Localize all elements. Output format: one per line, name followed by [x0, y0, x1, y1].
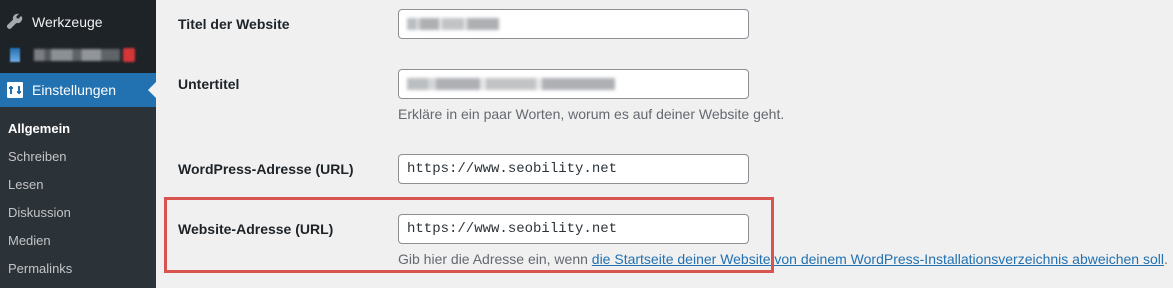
highlight-box: [164, 197, 774, 273]
wp-address-label: WordPress-Adresse (URL): [178, 161, 354, 177]
submenu-item-lesen[interactable]: Lesen: [8, 177, 43, 192]
submenu-item-medien[interactable]: Medien: [8, 233, 51, 248]
wp-address-input[interactable]: https://www.seobility.net: [398, 154, 749, 184]
tagline-description: Erkläre in ein paar Worten, worum es auf…: [398, 106, 785, 122]
site-title-input[interactable]: [398, 9, 749, 39]
sidebar-item-label-redacted: [34, 49, 120, 61]
current-menu-arrow: [148, 82, 156, 98]
redacted-value: [407, 78, 615, 90]
submenu-item-allgemein[interactable]: Allgemein: [8, 121, 70, 136]
submenu-item-schreiben[interactable]: Schreiben: [8, 149, 67, 164]
tagline-label: Untertitel: [178, 76, 240, 92]
notification-badge: [123, 48, 135, 62]
sidebar-item-einstellungen[interactable]: Einstellungen: [0, 73, 156, 107]
description-suffix: .: [1164, 251, 1168, 267]
sidebar-item-label: Werkzeuge: [32, 14, 103, 30]
settings-icon: [5, 80, 25, 100]
wrench-icon: [5, 12, 25, 32]
sidebar-item-label: Einstellungen: [32, 82, 117, 98]
plugin-logo-icon: [5, 45, 25, 65]
redacted-value: [407, 18, 499, 30]
submenu-item-diskussion[interactable]: Diskussion: [8, 205, 71, 220]
site-title-label: Titel der Website: [178, 16, 290, 32]
sidebar-item-plugin[interactable]: [0, 38, 156, 72]
admin-sidebar: Werkzeuge Einstellungen Allgemein Schrei…: [0, 0, 156, 288]
submenu-item-permalinks[interactable]: Permalinks: [8, 261, 72, 276]
tagline-input[interactable]: [398, 69, 749, 99]
settings-submenu: Allgemein Schreiben Lesen Diskussion Med…: [0, 107, 156, 288]
sidebar-item-werkzeuge[interactable]: Werkzeuge: [0, 5, 156, 39]
